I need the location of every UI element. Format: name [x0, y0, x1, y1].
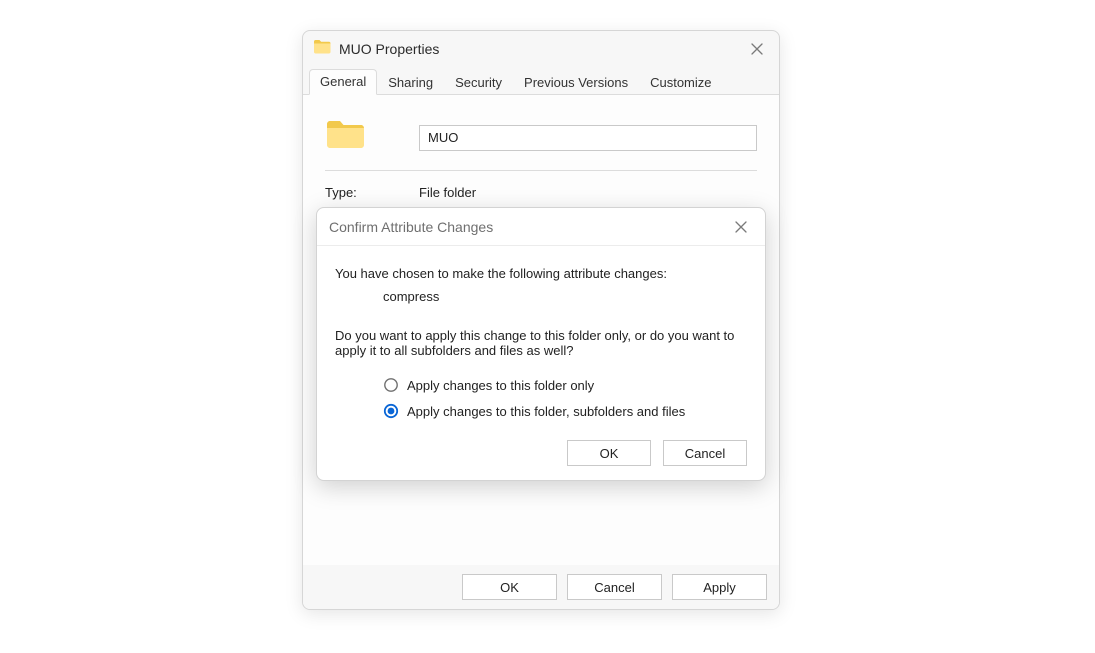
radio-label: Apply changes to this folder, subfolders…	[407, 404, 685, 419]
radio-subfolders-and-files[interactable]: Apply changes to this folder, subfolders…	[335, 398, 747, 424]
confirm-question: Do you want to apply this change to this…	[335, 328, 747, 358]
type-label: Type:	[325, 185, 419, 200]
apply-button[interactable]: Apply	[672, 574, 767, 600]
confirm-change: compress	[335, 289, 747, 304]
type-row: Type: File folder	[325, 171, 757, 200]
ok-button[interactable]: OK	[567, 440, 651, 466]
properties-tabs: General Sharing Security Previous Versio…	[303, 67, 779, 95]
ok-button[interactable]: OK	[462, 574, 557, 600]
radio-this-folder-only[interactable]: Apply changes to this folder only	[335, 372, 747, 398]
type-value: File folder	[419, 185, 476, 200]
tab-security[interactable]: Security	[444, 70, 513, 95]
folder-name-input[interactable]	[419, 125, 757, 151]
confirm-button-bar: OK Cancel	[317, 424, 765, 466]
confirm-dialog: Confirm Attribute Changes You have chose…	[316, 207, 766, 481]
tab-sharing[interactable]: Sharing	[377, 70, 444, 95]
tab-previous-versions[interactable]: Previous Versions	[513, 70, 639, 95]
confirm-title: Confirm Attribute Changes	[329, 219, 729, 235]
close-icon[interactable]	[729, 215, 753, 239]
tab-general[interactable]: General	[309, 69, 377, 95]
properties-titlebar: MUO Properties	[303, 31, 779, 67]
radio-checked-icon	[383, 403, 399, 419]
properties-button-bar: OK Cancel Apply	[303, 565, 779, 609]
radio-label: Apply changes to this folder only	[407, 378, 594, 393]
confirm-titlebar: Confirm Attribute Changes	[317, 208, 765, 246]
close-icon[interactable]	[745, 37, 769, 61]
confirm-intro: You have chosen to make the following at…	[335, 266, 747, 281]
radio-unchecked-icon	[383, 377, 399, 393]
folder-name-row	[325, 111, 757, 171]
tab-customize[interactable]: Customize	[639, 70, 722, 95]
properties-title: MUO Properties	[339, 41, 745, 57]
confirm-body: You have chosen to make the following at…	[317, 246, 765, 424]
folder-large-icon	[325, 119, 365, 156]
cancel-button[interactable]: Cancel	[567, 574, 662, 600]
cancel-button[interactable]: Cancel	[663, 440, 747, 466]
folder-icon	[313, 39, 331, 60]
